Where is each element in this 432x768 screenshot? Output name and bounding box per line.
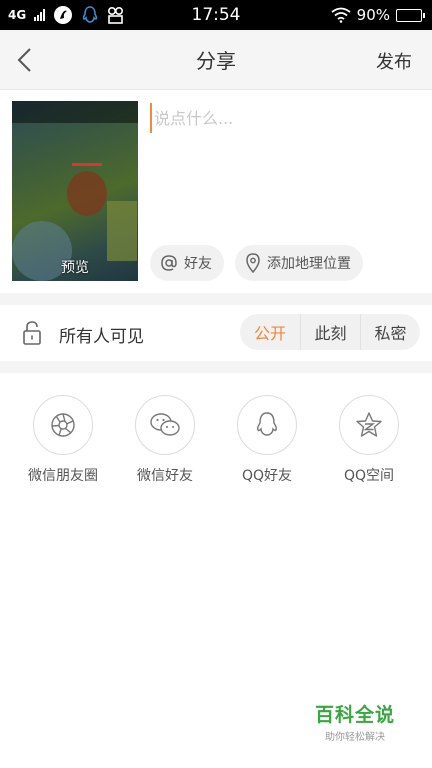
share-wechat-moments[interactable]: 微信朋友圈 bbox=[13, 395, 113, 485]
compose-input[interactable] bbox=[150, 103, 420, 133]
watermark-subtitle: 助你轻松解决 bbox=[325, 732, 385, 743]
share-icon-circle bbox=[339, 395, 399, 455]
wifi-icon bbox=[331, 7, 351, 23]
page-title: 分享 bbox=[196, 49, 236, 73]
qq-icon bbox=[257, 412, 277, 436]
lock-icon bbox=[23, 321, 41, 345]
app-notification-icon bbox=[54, 6, 73, 24]
location-pin-icon bbox=[246, 253, 260, 273]
header-bar: 分享 发布 bbox=[0, 30, 432, 90]
watermark: 百科全说 助你轻松解决 bbox=[300, 700, 410, 743]
thumbnail-foliage bbox=[107, 201, 137, 261]
visibility-selector: 公开 此刻 私密 bbox=[240, 314, 420, 350]
share-icon-circle bbox=[237, 395, 297, 455]
share-qq-friend[interactable]: QQ好友 bbox=[217, 395, 317, 485]
signal-icon bbox=[34, 9, 46, 21]
status-bar: 4G 17:54 90% bbox=[0, 0, 432, 30]
share-targets: 微信朋友圈 微信好友 QQ好友 QQ空间 bbox=[0, 395, 432, 495]
visibility-option-moment[interactable]: 此刻 bbox=[300, 314, 360, 350]
qq-notification-icon bbox=[82, 6, 98, 23]
battery-icon bbox=[396, 8, 425, 22]
at-icon bbox=[161, 255, 177, 271]
thumbnail-hero bbox=[67, 171, 107, 216]
network-type: 4G bbox=[8, 8, 27, 22]
mention-friend-button[interactable]: 好友 bbox=[150, 245, 224, 281]
watermark-title: 百科全说 bbox=[314, 704, 395, 726]
compose-area: 预览 好友 添加地理位置 bbox=[0, 91, 432, 293]
video-thumbnail[interactable]: 预览 bbox=[12, 101, 138, 281]
share-icon-circle bbox=[135, 395, 195, 455]
back-icon[interactable] bbox=[14, 46, 36, 74]
thumbnail-hud bbox=[12, 101, 138, 123]
visibility-label: 所有人可见 bbox=[59, 327, 144, 347]
visibility-row: 所有人可见 公开 此刻 私密 bbox=[0, 305, 432, 361]
location-label: 添加地理位置 bbox=[267, 256, 351, 272]
visibility-option-private[interactable]: 私密 bbox=[360, 314, 420, 350]
preview-label: 预览 bbox=[61, 260, 89, 276]
wechat-icon bbox=[150, 413, 180, 436]
share-qzone[interactable]: QQ空间 bbox=[319, 395, 419, 485]
qzone-icon bbox=[356, 412, 382, 437]
share-label: 微信朋友圈 bbox=[28, 468, 98, 484]
share-wechat-friend[interactable]: 微信好友 bbox=[115, 395, 215, 485]
add-location-button[interactable]: 添加地理位置 bbox=[235, 245, 363, 281]
share-icon-circle bbox=[33, 395, 93, 455]
share-label: QQ好友 bbox=[241, 468, 293, 484]
section-divider bbox=[0, 293, 432, 305]
section-divider bbox=[0, 361, 432, 373]
mention-label: 好友 bbox=[184, 256, 212, 272]
publish-button[interactable]: 发布 bbox=[376, 48, 412, 74]
video-notification-icon bbox=[108, 6, 124, 24]
share-label: 微信好友 bbox=[137, 468, 193, 484]
wechat-moments-icon bbox=[51, 413, 75, 437]
share-label: QQ空间 bbox=[343, 468, 395, 484]
thumbnail-health-bar bbox=[72, 163, 102, 166]
visibility-option-public[interactable]: 公开 bbox=[240, 314, 300, 350]
battery-percent: 90% bbox=[356, 6, 390, 24]
